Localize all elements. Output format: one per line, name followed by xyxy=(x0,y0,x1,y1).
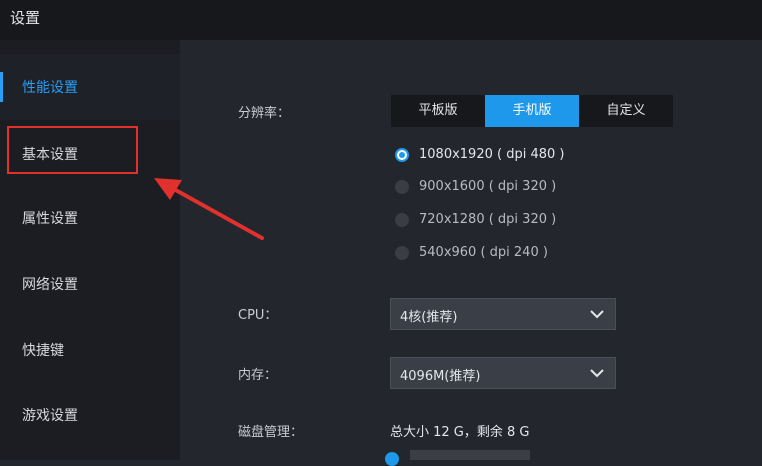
tab-tablet[interactable]: 平板版 xyxy=(391,95,485,127)
cpu-select[interactable]: 4核(推荐) xyxy=(390,298,616,330)
radio-unchecked-icon xyxy=(395,213,409,227)
sidebar-item-label: 属性设置 xyxy=(22,211,78,227)
resolution-label: 分辨率： xyxy=(238,106,291,121)
sidebar-item-game[interactable]: 游戏设置 xyxy=(0,382,180,448)
tab-custom[interactable]: 自定义 xyxy=(579,95,673,127)
cpu-label: CPU： xyxy=(238,308,278,323)
sidebar-item-label: 性能设置 xyxy=(22,80,78,96)
sidebar-item-label: 游戏设置 xyxy=(22,408,78,424)
sidebar-item-performance[interactable]: 性能设置 xyxy=(0,54,180,120)
chevron-down-icon xyxy=(590,369,604,378)
disk-usage-info: 总大小 12 G，剩余 8 G xyxy=(390,425,530,440)
sidebar: 性能设置 基本设置 属性设置 网络设置 快捷键 游戏设置 xyxy=(0,40,180,460)
chevron-down-icon xyxy=(590,310,604,319)
resolution-option-label: 540x960 ( dpi 240 ) xyxy=(419,245,548,260)
sidebar-item-network[interactable]: 网络设置 xyxy=(0,251,180,317)
window-title: 设置 xyxy=(10,9,41,27)
cpu-select-value: 4核(推荐) xyxy=(400,310,458,325)
sidebar-item-label: 快捷键 xyxy=(22,343,64,359)
memory-select[interactable]: 4096M(推荐) xyxy=(390,357,616,389)
resolution-option-label: 1080x1920 ( dpi 480 ) xyxy=(419,147,565,162)
resolution-option-label: 720x1280 ( dpi 320 ) xyxy=(419,212,557,227)
disk-label: 磁盘管理： xyxy=(238,425,304,440)
memory-select-value: 4096M(推荐) xyxy=(400,369,481,384)
sidebar-item-shortcuts[interactable]: 快捷键 xyxy=(0,317,180,383)
resolution-option-label: 900x1600 ( dpi 320 ) xyxy=(419,179,557,194)
radio-unchecked-icon xyxy=(395,246,409,260)
sidebar-item-label: 网络设置 xyxy=(22,277,78,293)
radio-checked-icon[interactable] xyxy=(385,452,399,466)
radio-checked-icon xyxy=(395,148,409,162)
cut-off-option-text xyxy=(410,450,530,460)
memory-label: 内存： xyxy=(238,368,278,383)
resolution-mode-tabs: 平板版 手机版 自定义 xyxy=(391,95,673,127)
title-bar: 设置 xyxy=(0,0,762,40)
tab-phone[interactable]: 手机版 xyxy=(485,95,579,127)
radio-unchecked-icon xyxy=(395,180,409,194)
highlight-annotation-box xyxy=(7,126,138,174)
